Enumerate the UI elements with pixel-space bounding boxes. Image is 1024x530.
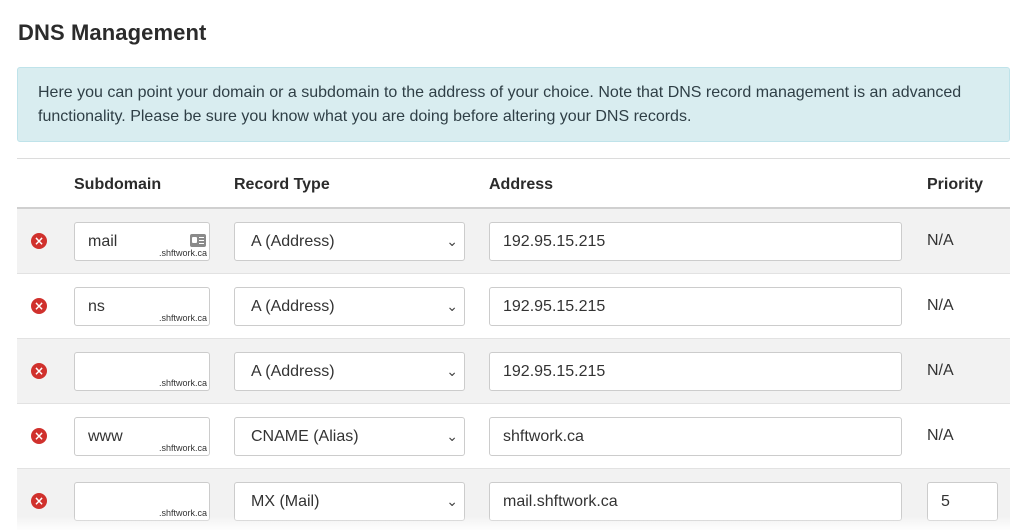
table-row: × .shftwork.ca CNAME (Alias) ⌄ N/A <box>17 404 1010 469</box>
chevron-down-icon: ⌄ <box>446 299 458 315</box>
subdomain-field: .shftwork.ca <box>74 222 210 261</box>
page-title: DNS Management <box>18 20 207 45</box>
address-input[interactable] <box>489 222 902 261</box>
subdomain-field: .shftwork.ca <box>74 352 210 391</box>
address-input[interactable] <box>489 352 902 391</box>
record-type-value: A (Address) <box>251 233 335 250</box>
domain-suffix: .shftwork.ca <box>158 508 207 518</box>
record-type-select[interactable]: A (Address) ⌄ <box>234 352 465 391</box>
record-type-value: A (Address) <box>251 298 335 315</box>
table-row: × .shftwork.ca A (Address) ⌄ N/A <box>17 274 1010 339</box>
priority-value: N/A <box>927 297 954 314</box>
priority-value: N/A <box>927 232 954 249</box>
remove-circle-icon[interactable]: × <box>31 428 47 444</box>
header-subdomain: Subdomain <box>74 176 162 193</box>
table-row: × .shftwork.ca A (Address) ⌄ N/A <box>17 209 1010 274</box>
chevron-down-icon: ⌄ <box>446 234 458 250</box>
priority-value: N/A <box>927 427 954 444</box>
record-type-value: MX (Mail) <box>251 493 320 510</box>
header-address: Address <box>489 176 554 193</box>
record-type-select[interactable]: A (Address) ⌄ <box>234 287 465 326</box>
contact-card-icon <box>190 234 206 247</box>
remove-circle-icon[interactable]: × <box>31 233 47 249</box>
record-type-value: CNAME (Alias) <box>251 428 359 445</box>
record-type-select[interactable]: CNAME (Alias) ⌄ <box>234 417 465 456</box>
domain-suffix: .shftwork.ca <box>158 378 207 388</box>
address-input[interactable] <box>489 287 902 326</box>
table-header: Subdomain Record Type Address Priority <box>17 158 1010 209</box>
remove-circle-icon[interactable]: × <box>31 493 47 509</box>
record-type-value: A (Address) <box>251 363 335 380</box>
priority-value: N/A <box>927 362 954 379</box>
subdomain-field: .shftwork.ca <box>74 287 210 326</box>
domain-suffix: .shftwork.ca <box>158 313 207 323</box>
remove-circle-icon[interactable]: × <box>31 298 47 314</box>
priority-input[interactable] <box>927 482 998 521</box>
remove-circle-icon[interactable]: × <box>31 363 47 379</box>
address-input[interactable] <box>489 417 902 456</box>
address-input[interactable] <box>489 482 902 521</box>
dns-records-table: Subdomain Record Type Address Priority ×… <box>17 158 1010 530</box>
header-record-type: Record Type <box>234 176 330 193</box>
record-type-select[interactable]: MX (Mail) ⌄ <box>234 482 465 521</box>
subdomain-field: .shftwork.ca <box>74 417 210 456</box>
header-priority: Priority <box>927 176 984 193</box>
domain-suffix: .shftwork.ca <box>158 248 207 258</box>
table-row: × .shftwork.ca A (Address) ⌄ N/A <box>17 339 1010 404</box>
chevron-down-icon: ⌄ <box>446 494 458 510</box>
domain-suffix: .shftwork.ca <box>158 443 207 453</box>
chevron-down-icon: ⌄ <box>446 429 458 445</box>
chevron-down-icon: ⌄ <box>446 364 458 380</box>
table-row: × .shftwork.ca MX (Mail) ⌄ <box>17 469 1010 530</box>
info-notice: Here you can point your domain or a subd… <box>17 67 1010 142</box>
subdomain-field: .shftwork.ca <box>74 482 210 521</box>
record-type-select[interactable]: A (Address) ⌄ <box>234 222 465 261</box>
